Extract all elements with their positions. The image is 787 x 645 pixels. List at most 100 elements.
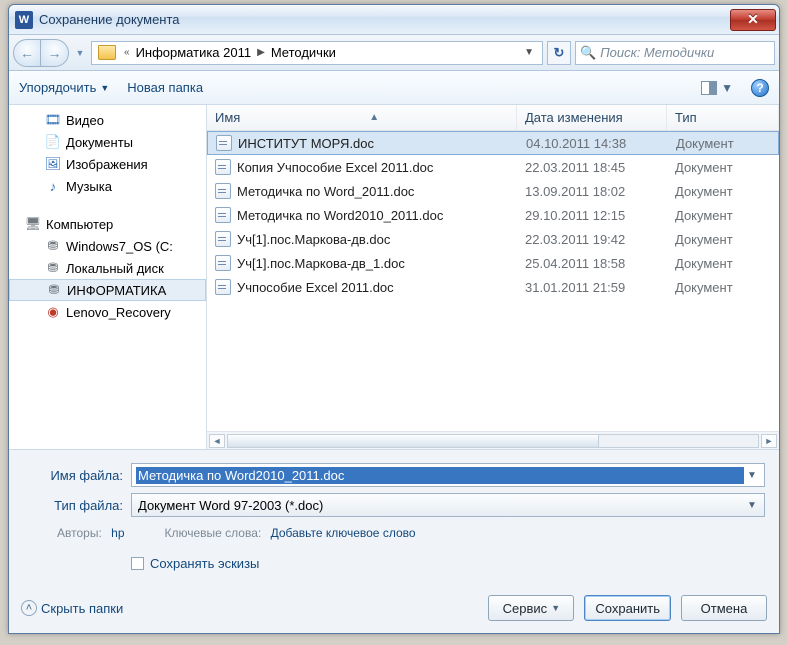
tree-item-documents[interactable]: 📄 Документы: [9, 131, 206, 153]
tree-item-drive-local[interactable]: ⛃ Локальный диск: [9, 257, 206, 279]
new-folder-button[interactable]: Новая папка: [127, 80, 203, 95]
search-placeholder: Поиск: Методички: [600, 45, 714, 60]
file-row[interactable]: ИНСТИТУТ МОРЯ.doc04.10.2011 14:38Докумен…: [207, 131, 779, 155]
window-title: Сохранение документа: [39, 12, 730, 27]
tree-item-drive-os[interactable]: ⛃ Windows7_OS (C:: [9, 235, 206, 257]
video-icon: 🎞: [45, 112, 61, 128]
recovery-icon: ◉: [45, 304, 61, 320]
tree-label: ИНФОРМАТИКА: [67, 283, 166, 298]
drive-icon: ⛃: [46, 282, 62, 298]
refresh-icon: ↻: [554, 45, 565, 61]
tools-button[interactable]: Сервис ▼: [488, 595, 574, 621]
new-folder-label: Новая папка: [127, 80, 203, 95]
close-button[interactable]: ✕: [730, 9, 776, 31]
tree-item-images[interactable]: 🖼 Изображения: [9, 153, 206, 175]
tree-label: Документы: [66, 135, 133, 150]
breadcrumb-seg-1[interactable]: Информатика 2011: [134, 45, 254, 60]
address-dropdown[interactable]: ▼: [518, 47, 540, 58]
close-icon: ✕: [747, 11, 759, 28]
titlebar: W Сохранение документа ✕: [9, 5, 779, 35]
hide-folders-label: Скрыть папки: [41, 601, 123, 616]
file-row[interactable]: Учпособие Excel 2011.doc31.01.2011 21:59…: [207, 275, 779, 299]
file-name: Методичка по Word_2011.doc: [237, 184, 414, 199]
help-button[interactable]: ?: [751, 79, 769, 97]
scroll-left-button[interactable]: ◄: [209, 434, 225, 448]
tree-label: Lenovo_Recovery: [66, 305, 171, 320]
keywords-value[interactable]: Добавьте ключевое слово: [271, 526, 416, 540]
tree-label: Локальный диск: [66, 261, 164, 276]
breadcrumb-seg-2[interactable]: Методички: [269, 45, 338, 60]
save-dialog: W Сохранение документа ✕ ← → ▼ « Информа…: [8, 4, 780, 634]
filetype-combo[interactable]: Документ Word 97-2003 (*.doc) ▼: [131, 493, 765, 517]
back-button[interactable]: ←: [13, 39, 41, 67]
tree-item-music[interactable]: ♪ Музыка: [9, 175, 206, 197]
filename-combo[interactable]: ▼: [131, 463, 765, 487]
word-doc-icon: [215, 207, 231, 223]
nav-tree[interactable]: 🎞 Видео 📄 Документы 🖼 Изображения ♪ Музы…: [9, 105, 207, 449]
chevron-down-icon[interactable]: ▼: [744, 470, 760, 481]
hide-folders-button[interactable]: ˄ Скрыть папки: [21, 600, 123, 616]
file-row[interactable]: Уч[1].пос.Маркова-дв_1.doc25.04.2011 18:…: [207, 251, 779, 275]
file-list[interactable]: ИНСТИТУТ МОРЯ.doc04.10.2011 14:38Докумен…: [207, 131, 779, 431]
dialog-footer: ˄ Скрыть папки Сервис ▼ Сохранить Отмена: [9, 587, 779, 633]
scroll-right-button[interactable]: ►: [761, 434, 777, 448]
file-type: Документ: [667, 208, 779, 223]
organize-label: Упорядочить: [19, 80, 96, 95]
chevron-down-icon: ▼: [721, 81, 733, 95]
file-row[interactable]: Уч[1].пос.Маркова-дв.doc 22.03.2011 19:42…: [207, 227, 779, 251]
keywords-label: Ключевые слова:: [165, 526, 262, 540]
sort-asc-icon: ▲: [369, 112, 379, 123]
refresh-button[interactable]: ↻: [547, 41, 571, 65]
column-header-type[interactable]: Тип: [667, 105, 779, 130]
authors-value[interactable]: hp: [111, 526, 124, 540]
scroll-track[interactable]: [227, 434, 759, 448]
chevron-right-icon: ▶: [253, 47, 269, 58]
tree-label: Музыка: [66, 179, 112, 194]
file-row[interactable]: Методичка по Word2010_2011.doc29.10.2011…: [207, 203, 779, 227]
nav-history-dropdown[interactable]: ▼: [73, 48, 87, 58]
scroll-thumb[interactable]: [228, 435, 599, 447]
chevron-down-icon: ▼: [100, 83, 109, 93]
tree-label: Windows7_OS (C:: [66, 239, 173, 254]
file-name: Уч[1].пос.Маркова-дв.doc: [237, 232, 390, 247]
search-input[interactable]: 🔍 Поиск: Методички: [575, 41, 775, 65]
file-date: 22.03.2011 19:42: [517, 232, 667, 247]
file-date: 31.01.2011 21:59: [517, 280, 667, 295]
view-mode-button[interactable]: ▼: [701, 81, 733, 95]
column-header-name[interactable]: Имя ▲: [207, 105, 517, 130]
save-thumbnails-checkbox[interactable]: [131, 557, 144, 570]
column-header-date[interactable]: Дата изменения: [517, 105, 667, 130]
tree-item-drive-informatika[interactable]: ⛃ ИНФОРМАТИКА: [9, 279, 206, 301]
file-date: 25.04.2011 18:58: [517, 256, 667, 271]
tree-item-video[interactable]: 🎞 Видео: [9, 109, 206, 131]
word-doc-icon: [215, 159, 231, 175]
view-mode-icon: [701, 81, 717, 95]
word-doc-icon: [215, 231, 231, 247]
organize-button[interactable]: Упорядочить ▼: [19, 80, 109, 95]
filename-input[interactable]: [136, 467, 744, 484]
save-button[interactable]: Сохранить: [584, 595, 671, 621]
images-icon: 🖼: [45, 156, 61, 172]
file-type: Документ: [667, 256, 779, 271]
horizontal-scrollbar[interactable]: ◄ ►: [207, 431, 779, 449]
word-app-icon: W: [15, 11, 33, 29]
arrow-right-icon: →: [48, 45, 62, 61]
tree-item-computer[interactable]: 🖥 Компьютер: [9, 213, 206, 235]
file-pane: Имя ▲ Дата изменения Тип ИНСТИТУТ МОРЯ.d…: [207, 105, 779, 449]
address-bar[interactable]: « Информатика 2011 ▶ Методички ▼: [91, 41, 543, 65]
word-doc-icon: [216, 135, 232, 151]
music-icon: ♪: [45, 178, 61, 194]
file-row[interactable]: Копия Учпособие Excel 2011.doc22.03.2011…: [207, 155, 779, 179]
tree-item-drive-lenovo[interactable]: ◉ Lenovo_Recovery: [9, 301, 206, 323]
save-thumbnails-label: Сохранять эскизы: [150, 556, 259, 571]
forward-button[interactable]: →: [41, 39, 69, 67]
cancel-button[interactable]: Отмена: [681, 595, 767, 621]
file-type: Документ: [667, 160, 779, 175]
file-row[interactable]: Методичка по Word_2011.doc 13.09.2011 18:…: [207, 179, 779, 203]
file-name: Копия Учпособие Excel 2011.doc: [237, 160, 433, 175]
chevron-left-icon: «: [120, 47, 134, 58]
file-type: Документ: [667, 232, 779, 247]
file-date: 13.09.2011 18:02: [517, 184, 667, 199]
chevron-down-icon[interactable]: ▼: [744, 500, 760, 511]
filename-label: Имя файла:: [23, 468, 123, 483]
